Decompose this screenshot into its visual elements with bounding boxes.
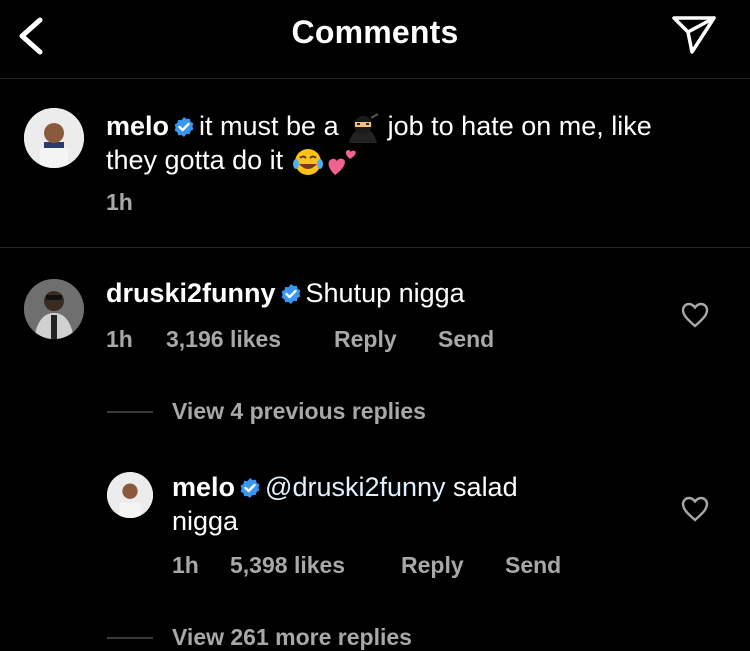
reply-reply-button[interactable]: Reply [401,552,464,579]
reply-likes[interactable]: 5,398 likes [230,552,345,579]
caption-username[interactable]: melo [106,111,169,141]
avatar[interactable] [24,279,84,339]
view-more-replies[interactable]: View 261 more replies [172,624,412,651]
view-previous-replies[interactable]: View 4 previous replies [172,398,426,425]
paper-plane-icon[interactable] [670,12,718,56]
page-title: Comments [291,14,459,50]
divider [107,411,153,413]
heart-icon[interactable] [681,496,709,522]
comment-time: 1h [106,326,133,352]
reply-body: salad [453,472,518,502]
post-caption: melo it must be a job to hate on me, like… [0,79,750,248]
header-bar: Comments [0,0,750,79]
heart-icon[interactable] [681,302,709,328]
tears-of-joy-emoji [292,148,323,175]
two-hearts-emoji [328,149,356,175]
reply-text: melo @druski2funny salad nigga [172,470,652,538]
caption-text: melo it must be a job to hate on me, like… [106,109,736,177]
caption-text-part: job to hate on me, like [387,111,652,141]
comment-text: druski2funny Shutup nigga [106,276,666,310]
caption-text-part: they gotta do it [106,145,284,175]
verified-badge-icon [240,478,260,498]
avatar[interactable] [24,108,84,168]
reply-body: nigga [172,506,239,536]
comment-likes[interactable]: 3,196 likes [166,326,281,353]
reply-time: 1h [172,552,199,578]
caption-text-part: it must be a [199,111,339,141]
verified-badge-icon [281,284,300,304]
comment-reply-button[interactable]: Reply [334,326,397,353]
reply-send-button[interactable]: Send [505,552,561,579]
caption-time: 1h [106,189,133,215]
reply-username[interactable]: melo [172,472,235,502]
verified-badge-icon [174,117,194,137]
comment-body: Shutup nigga [305,278,465,308]
avatar[interactable] [107,472,153,518]
ninja-emoji [349,113,379,143]
comment-username[interactable]: druski2funny [106,278,276,308]
mention-link[interactable]: @druski2funny [265,472,446,502]
divider [107,637,153,639]
comment-send-button[interactable]: Send [438,326,494,353]
